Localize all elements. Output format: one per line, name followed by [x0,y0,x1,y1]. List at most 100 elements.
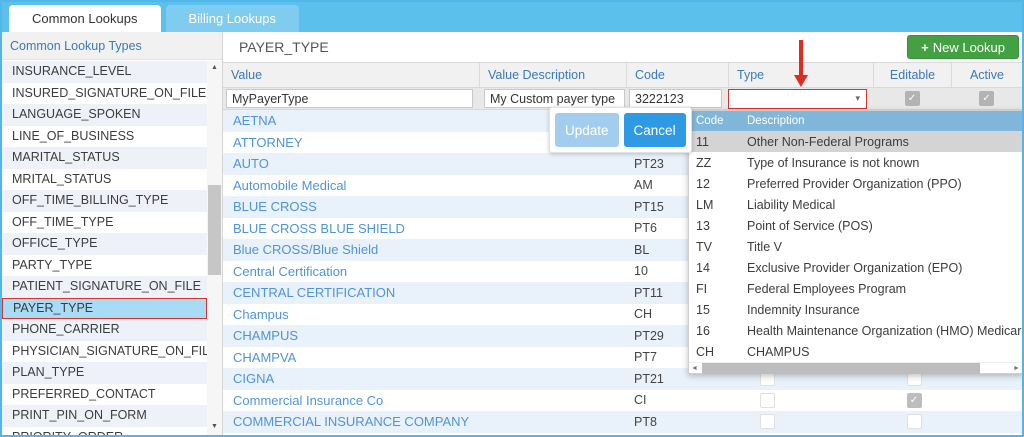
title-bar: PAYER_TYPE +New Lookup [223,32,1022,62]
dropdown-option[interactable]: 15 Indemnity Insurance [689,299,1022,320]
sidebar-item[interactable]: MARITAL_STATUS [2,147,207,169]
tab-common-lookups[interactable]: Common Lookups [9,5,161,32]
option-description: CHAMPUS [741,345,1022,359]
column-header-code: Code [626,63,728,87]
sidebar-item[interactable]: PREFERRED_CONTACT [2,384,207,406]
new-lookup-button[interactable]: +New Lookup [907,35,1019,59]
scroll-left-icon[interactable]: ◄ [689,365,700,372]
plus-icon: + [921,40,929,55]
option-description: Health Maintenance Organization (HMO) Me… [741,324,1022,338]
scroll-right-icon[interactable]: ► [1011,365,1022,372]
active-checkbox[interactable]: ✓ [979,91,994,106]
chevron-down-icon: ▾ [855,93,860,104]
sidebar-item[interactable]: INSURED_SIGNATURE_ON_FILE [2,83,207,105]
option-code: ZZ [689,156,741,170]
sidebar-item[interactable]: PHYSICIAN_SIGNATURE_ON_FILE [2,341,207,363]
option-description: Federal Employees Program [741,282,1022,296]
row-active-checkbox[interactable]: ✓ [907,393,922,408]
type-dropdown-trigger[interactable]: ▾ [728,89,867,109]
sidebar-item[interactable]: OFF_TIME_BILLING_TYPE [2,190,207,212]
option-description: Exclusive Provider Organization (EPO) [741,261,1022,275]
sidebar-item[interactable]: PRIORITY_ORDER [2,427,207,436]
main-panel: PAYER_TYPE +New Lookup Value Value Descr… [223,32,1022,435]
editable-checkbox[interactable]: ✓ [905,91,920,106]
dropdown-option[interactable]: FI Federal Employees Program [689,278,1022,299]
option-description: Liability Medical [741,198,1022,212]
dropdown-option[interactable]: 12 Preferred Provider Organization (PPO) [689,173,1022,194]
sidebar-item[interactable]: PAYER_TYPE [2,298,207,320]
dropdown-option[interactable]: 11 Other Non-Federal Programs [689,131,1022,152]
sidebar-item[interactable]: LANGUAGE_SPOKEN [2,104,207,126]
cancel-button[interactable]: Cancel [624,113,686,147]
value-description-input[interactable] [484,89,625,108]
scrollbar-thumb[interactable] [208,185,221,275]
dropdown-option[interactable]: ZZ Type of Insurance is not known [689,152,1022,173]
sidebar-header: Common Lookup Types [2,32,222,60]
table-row[interactable]: Commercial Insurance Co CI ✓ [223,390,1022,412]
column-header-active: Active [951,63,1022,87]
sidebar-item[interactable]: OFF_TIME_TYPE [2,212,207,234]
option-code: 15 [689,303,741,317]
edit-actions-popup: Update Cancel [549,107,692,153]
row-value-link[interactable]: BLUE CROSS BLUE SHIELD [223,221,626,236]
option-code: LM [689,198,741,212]
row-value-link[interactable]: Commercial Insurance Co [223,393,626,408]
lookups-window: Common Lookups Billing Lookups Common Lo… [0,0,1024,437]
dropdown-option[interactable]: CH CHAMPUS [689,341,1022,362]
sidebar-item[interactable]: MRITAL_STATUS [2,169,207,191]
column-header-type: Type [728,63,873,87]
dropdown-option[interactable]: 13 Point of Service (POS) [689,215,1022,236]
row-value-link[interactable]: CHAMPVA [223,350,626,365]
row-value-link[interactable]: Automobile Medical [223,178,626,193]
scroll-up-icon[interactable]: ▲ [207,62,222,74]
sidebar-item[interactable]: PLAN_TYPE [2,362,207,384]
sidebar: Common Lookup Types INSURANCE_LEVELINSUR… [2,32,223,435]
option-description: Other Non-Federal Programs [741,135,1022,149]
dropdown-header: Code Description [689,111,1022,131]
column-header-value: Value [223,63,479,87]
column-header-value-description: Value Description [479,63,626,87]
sidebar-scrollbar[interactable]: ▲ ▼ [207,61,222,435]
row-value-link[interactable]: Blue CROSS/Blue Shield [223,242,626,257]
page-title: PAYER_TYPE [239,39,329,55]
value-input[interactable] [226,89,473,108]
dropdown-option[interactable]: TV Title V [689,236,1022,257]
row-value-link[interactable]: BLUE CROSS [223,199,626,214]
dropdown-option[interactable]: LM Liability Medical [689,194,1022,215]
sidebar-item[interactable]: PATIENT_SIGNATURE_ON_FILE [2,276,207,298]
tab-billing-lookups[interactable]: Billing Lookups [166,5,299,32]
table-header: Value Value Description Code Type Editab… [223,62,1022,88]
update-button[interactable]: Update [555,113,619,147]
option-description: Indemnity Insurance [741,303,1022,317]
dropdown-options: 11 Other Non-Federal Programs ZZ Type of… [689,131,1022,362]
row-value-link[interactable]: CHAMPUS [223,328,626,343]
scroll-down-icon[interactable]: ▼ [207,421,222,433]
option-code: 14 [689,261,741,275]
row-value-link[interactable]: AUTO [223,156,626,171]
sidebar-item[interactable]: INSURANCE_LEVEL [2,61,207,83]
option-code: 16 [689,324,741,338]
dropdown-horizontal-scrollbar[interactable]: ◄ ► [689,362,1022,374]
row-value-link[interactable]: CIGNA [223,371,626,386]
sidebar-item[interactable]: OFFICE_TYPE [2,233,207,255]
row-editable-checkbox[interactable] [760,393,775,408]
column-header-editable: Editable [873,63,951,87]
sidebar-item[interactable]: PHONE_CARRIER [2,319,207,341]
row-value-link[interactable]: Champus [223,307,626,322]
sidebar-item[interactable]: PARTY_TYPE [2,255,207,277]
sidebar-item[interactable]: PRINT_PIN_ON_FORM [2,405,207,427]
dropdown-option[interactable]: 14 Exclusive Provider Organization (EPO) [689,257,1022,278]
code-input[interactable] [629,89,722,108]
dropdown-column-description: Description [741,115,1022,127]
row-value-link[interactable]: Central Certification [223,264,626,279]
row-value-link[interactable]: COMMERCIAL INSURANCE COMPANY [223,414,626,429]
type-dropdown-list: Code Description 11 Other Non-Federal Pr… [688,110,1022,374]
sidebar-item[interactable]: LINE_OF_BUSINESS [2,126,207,148]
row-active-checkbox[interactable] [907,414,922,429]
option-description: Title V [741,240,1022,254]
row-editable-checkbox[interactable] [760,414,775,429]
table-row[interactable]: COMMERCIAL INSURANCE COMPANY PT8 [223,411,1022,433]
row-value-link[interactable]: CENTRAL CERTIFICATION [223,285,626,300]
hscrollbar-thumb[interactable] [702,363,980,374]
dropdown-option[interactable]: 16 Health Maintenance Organization (HMO)… [689,320,1022,341]
